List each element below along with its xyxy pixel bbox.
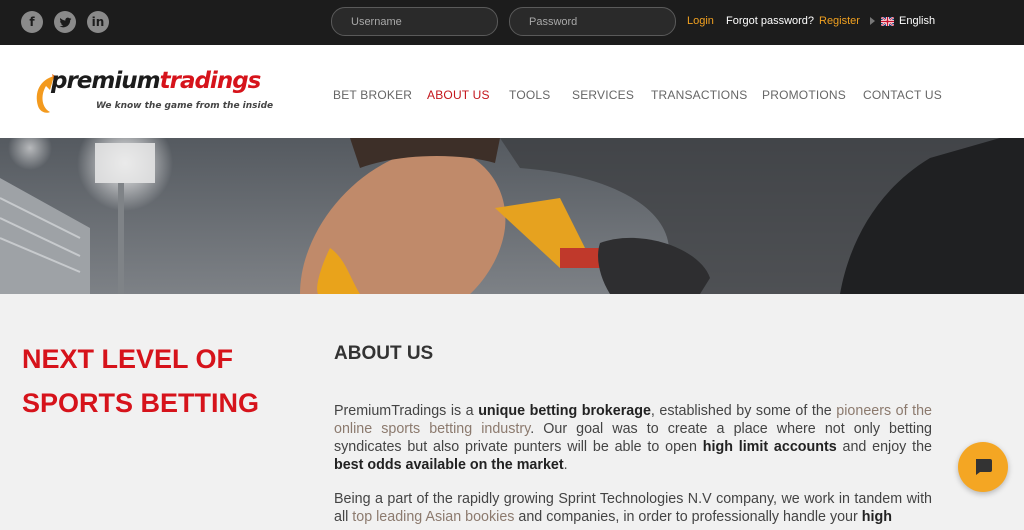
top-bar: f in Login Forgot password? Register Eng…: [0, 0, 1024, 45]
twitter-icon[interactable]: [54, 11, 76, 33]
para-text: .: [563, 457, 568, 473]
logo[interactable]: premiumtradings We know the game from th…: [30, 68, 280, 118]
logo-wordmark-dark: premium: [51, 68, 161, 94]
nav-services[interactable]: SERVICES: [572, 88, 634, 102]
nav-bet-broker[interactable]: BET BROKER: [333, 88, 412, 102]
hero-banner-image: [0, 138, 1024, 294]
header: premiumtradings We know the game from th…: [0, 45, 1024, 138]
twitter-bird-icon: [59, 17, 71, 27]
para-bold: unique betting brokerage: [478, 403, 651, 419]
nav-tools[interactable]: TOOLS: [509, 88, 550, 102]
linkedin-icon[interactable]: in: [87, 11, 109, 33]
about-paragraph-1: PremiumTradings is a unique betting brok…: [334, 402, 932, 474]
para-text: and companies, in order to professionall…: [514, 509, 862, 525]
nav-transactions[interactable]: TRANSACTIONS: [651, 88, 747, 102]
caret-right-icon: [870, 17, 875, 25]
forgot-password-link[interactable]: Forgot password?: [726, 15, 814, 27]
nav-promotions[interactable]: PROMOTIONS: [762, 88, 846, 102]
logo-wordmark-accent: tradings: [159, 68, 262, 94]
para-highlight: top leading Asian bookies: [352, 509, 515, 525]
chat-bubble-icon: [976, 459, 992, 475]
linkedin-glyph: in: [91, 15, 105, 29]
username-input[interactable]: [331, 7, 498, 36]
nav-about-us[interactable]: ABOUT US: [427, 88, 490, 102]
language-label: English: [899, 15, 936, 27]
facebook-glyph: f: [29, 15, 35, 29]
register-link[interactable]: Register: [819, 15, 860, 27]
logo-wordmark: premiumtradings: [51, 68, 262, 94]
uk-flag-icon: [881, 16, 894, 26]
about-paragraph-2: Being a part of the rapidly growing Spri…: [334, 490, 932, 526]
facebook-icon[interactable]: f: [21, 11, 43, 33]
logo-tagline: We know the game from the inside: [96, 101, 274, 111]
para-text: and enjoy the: [836, 439, 933, 455]
login-link[interactable]: Login: [687, 15, 714, 27]
para-text: , established by some of the: [650, 403, 837, 419]
para-bold: best odds available on the market: [334, 457, 564, 473]
chat-button[interactable]: [958, 442, 1008, 492]
section-title: ABOUT US: [334, 343, 434, 364]
para-text: PremiumTradings is a: [334, 403, 479, 419]
language-selector[interactable]: English: [870, 15, 935, 27]
para-bold: high limit accounts: [702, 439, 837, 455]
password-input[interactable]: [509, 7, 676, 36]
headline: NEXT LEVEL OF SPORTS BETTING: [22, 344, 260, 418]
hero-illustration: [0, 138, 1024, 294]
para-bold: high: [861, 509, 892, 525]
nav-contact-us[interactable]: CONTACT US: [863, 88, 942, 102]
